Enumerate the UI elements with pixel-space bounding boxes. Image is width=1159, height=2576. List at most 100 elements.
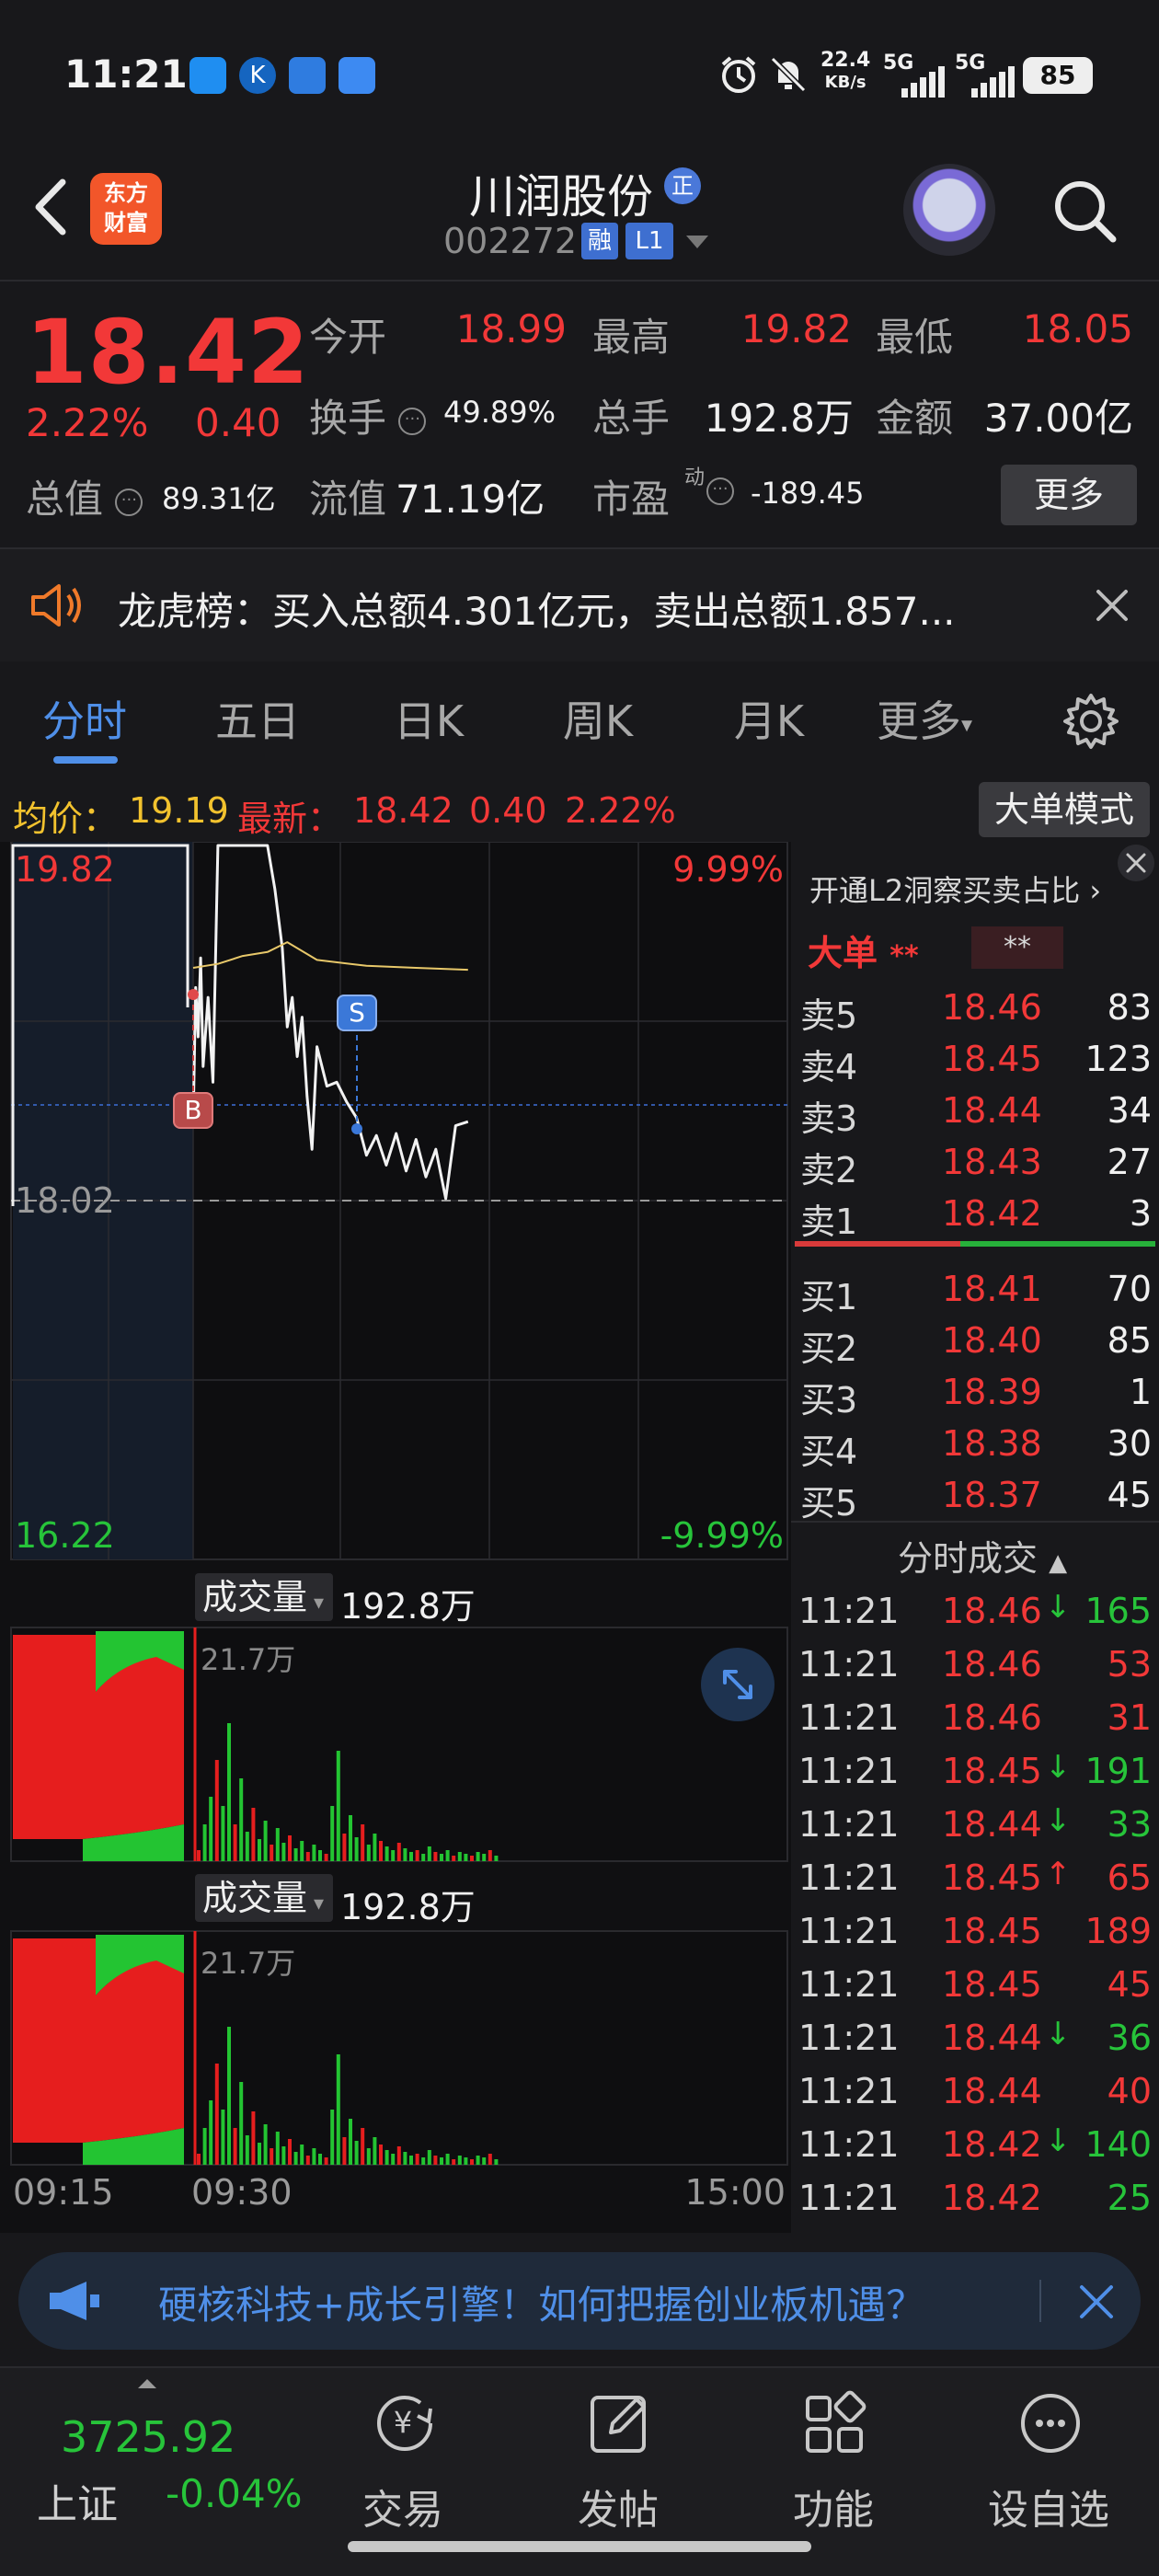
tick-row: 11:21 18.42 ↓ 140 (791, 2119, 1159, 2172)
volume-bar (342, 1834, 347, 1861)
ask-volume: 27 (1107, 1142, 1152, 1182)
gear-icon[interactable] (1060, 690, 1122, 753)
bid-row[interactable]: 买3 18.39 1 (791, 1366, 1159, 1420)
index-name: 上证 (37, 2481, 118, 2528)
nav-post[interactable]: 发帖 (526, 2368, 710, 2552)
home-indicator[interactable] (348, 2541, 811, 2552)
close-icon[interactable] (1091, 584, 1133, 627)
volume-selector-1[interactable]: 成交量 ▾ (195, 1573, 333, 1621)
logo-line-2: 财富 (104, 210, 148, 236)
tab-intraday[interactable]: 分时 (2, 688, 167, 749)
volume-bar (330, 1806, 335, 1861)
volume-max-2: 21.7万 (201, 1946, 296, 1981)
net-speed-value: 22.4 (820, 49, 871, 72)
volume-bar (361, 2128, 365, 2165)
volume-bar (361, 1824, 365, 1861)
tab-monthly-k[interactable]: 月K (686, 688, 852, 749)
back-arrow-icon[interactable] (28, 175, 74, 239)
info-icon[interactable]: ··· (115, 488, 143, 516)
volume-bar (300, 1841, 304, 1861)
bid-volume: 1 (1129, 1372, 1152, 1412)
nav-watchlist[interactable]: 设自选 (957, 2368, 1141, 2552)
ad-banner[interactable]: 硬核科技+成长引擎！如何把握创业板机遇？ (18, 2252, 1141, 2350)
ask-row[interactable]: 卖2 18.43 27 (791, 1136, 1159, 1190)
app-icon-cloud (289, 57, 326, 94)
level-badge[interactable]: L1 (625, 223, 673, 259)
volume-bar (476, 2156, 480, 2165)
robot-assistant-icon[interactable] (903, 164, 995, 256)
tab-more[interactable]: 更多▾ (855, 688, 993, 749)
tick-row: 11:21 18.45 45 (791, 1959, 1159, 2012)
bid-row[interactable]: 买1 18.41 70 (791, 1263, 1159, 1317)
status-bar: 11:21 K 22.4 KB/s 5G 5G 85 (0, 0, 1159, 147)
volume-bar (415, 2154, 419, 2165)
ticks-divider (791, 1521, 1159, 1523)
volume-bar (245, 1832, 249, 1861)
info-icon[interactable]: ··· (706, 477, 734, 505)
time-label-open: 09:30 (191, 2172, 293, 2213)
ask-row[interactable]: 卖5 18.46 83 (791, 982, 1159, 1036)
volume-bar (384, 1846, 389, 1861)
tick-time: 11:21 (798, 1751, 900, 1791)
more-dots-icon (1021, 2394, 1080, 2453)
volume-bar (452, 1856, 456, 1861)
more-button[interactable]: 更多 (1001, 465, 1137, 525)
ad-separator (1039, 2280, 1041, 2322)
latest-label: 最新： (237, 799, 343, 839)
ask-row[interactable]: 卖4 18.45 123 (791, 1033, 1159, 1087)
info-icon[interactable]: ··· (398, 407, 427, 435)
eastmoney-logo[interactable]: 东方 财富 (90, 173, 162, 245)
l2-insight-link[interactable]: 开通L2洞察买卖占比 › (809, 868, 1101, 910)
ask-price: 18.44 (942, 1090, 1042, 1131)
sell-marker[interactable]: S (337, 995, 377, 1031)
caret-down-icon: ▾ (307, 1592, 325, 1615)
pe-label: 市盈 (592, 477, 671, 522)
tab-daily-k[interactable]: 日K (346, 688, 511, 749)
close-icon[interactable] (1115, 842, 1157, 884)
nav-functions[interactable]: 功能 (741, 2368, 925, 2552)
tick-price: 18.44 (942, 2071, 1042, 2111)
tab-five-day[interactable]: 五日 (175, 688, 340, 749)
tick-row: 11:21 18.42 25 (791, 2172, 1159, 2225)
volume-bar (457, 2156, 462, 2165)
tick-volume: 165 (1084, 1591, 1152, 1631)
ask-level: 卖2 (800, 1150, 858, 1190)
volume-bar (373, 1834, 377, 1861)
tick-price: 18.44 (942, 1804, 1042, 1845)
index-ticker[interactable]: 3725.92 上证 -0.04% (0, 2368, 313, 2552)
tick-arrow: ↑ (1045, 1856, 1072, 1892)
bid-row[interactable]: 买4 18.38 30 (791, 1418, 1159, 1472)
volume-bar (233, 1824, 237, 1861)
volume-bar (464, 2157, 468, 2165)
big-order-mode-button[interactable]: 大单模式 (979, 782, 1150, 837)
nav-post-label: 发帖 (578, 2487, 659, 2534)
ask-row[interactable]: 卖1 18.42 3 (791, 1188, 1159, 1242)
intraday-chart-area[interactable]: 19.82 18.02 16.22 9.99% -9.99% B S 成交量 ▾… (0, 842, 791, 2233)
tick-time: 11:21 (798, 2124, 900, 2165)
avg-value: 19.19 (129, 790, 229, 831)
y-label-mid: 18.02 (15, 1180, 115, 1221)
search-icon[interactable] (1049, 175, 1122, 248)
volume-selector-label: 成交量 (202, 1577, 308, 1617)
tab-weekly-k[interactable]: 周K (515, 688, 681, 749)
volume-bar (349, 2119, 352, 2165)
expand-button[interactable] (701, 1648, 775, 1721)
volume-bar (245, 2135, 249, 2165)
volume-bar (202, 2128, 207, 2165)
nav-trade-label: 交易 (362, 2487, 443, 2534)
chevron-down-icon[interactable] (686, 236, 708, 248)
volume-selector-2[interactable]: 成交量 ▾ (195, 1874, 333, 1922)
dragon-tiger-banner[interactable]: 龙虎榜：买入总额4.301亿元，卖出总额1.857... (0, 549, 1159, 661)
bid-row[interactable]: 买2 18.40 85 (791, 1315, 1159, 1369)
latest-change-pct: 2.22% (565, 790, 676, 831)
tick-volume: 191 (1084, 1751, 1152, 1791)
quote-panel: 18.42 2.22% 0.40 今开 18.99 最高 19.82 最低 18… (0, 281, 1159, 547)
tick-price: 18.45 (942, 1964, 1042, 2005)
nav-trade[interactable]: ¥ 交易 (311, 2368, 495, 2552)
buy-marker[interactable]: B (173, 1092, 213, 1129)
ticks-title[interactable]: 分时成交 ▲ (898, 1530, 1067, 1581)
ask-row[interactable]: 卖3 18.44 34 (791, 1085, 1159, 1139)
bid-row[interactable]: 买5 18.37 45 (791, 1469, 1159, 1524)
close-icon[interactable] (1076, 2282, 1117, 2322)
tick-price: 18.44 (942, 2018, 1042, 2058)
